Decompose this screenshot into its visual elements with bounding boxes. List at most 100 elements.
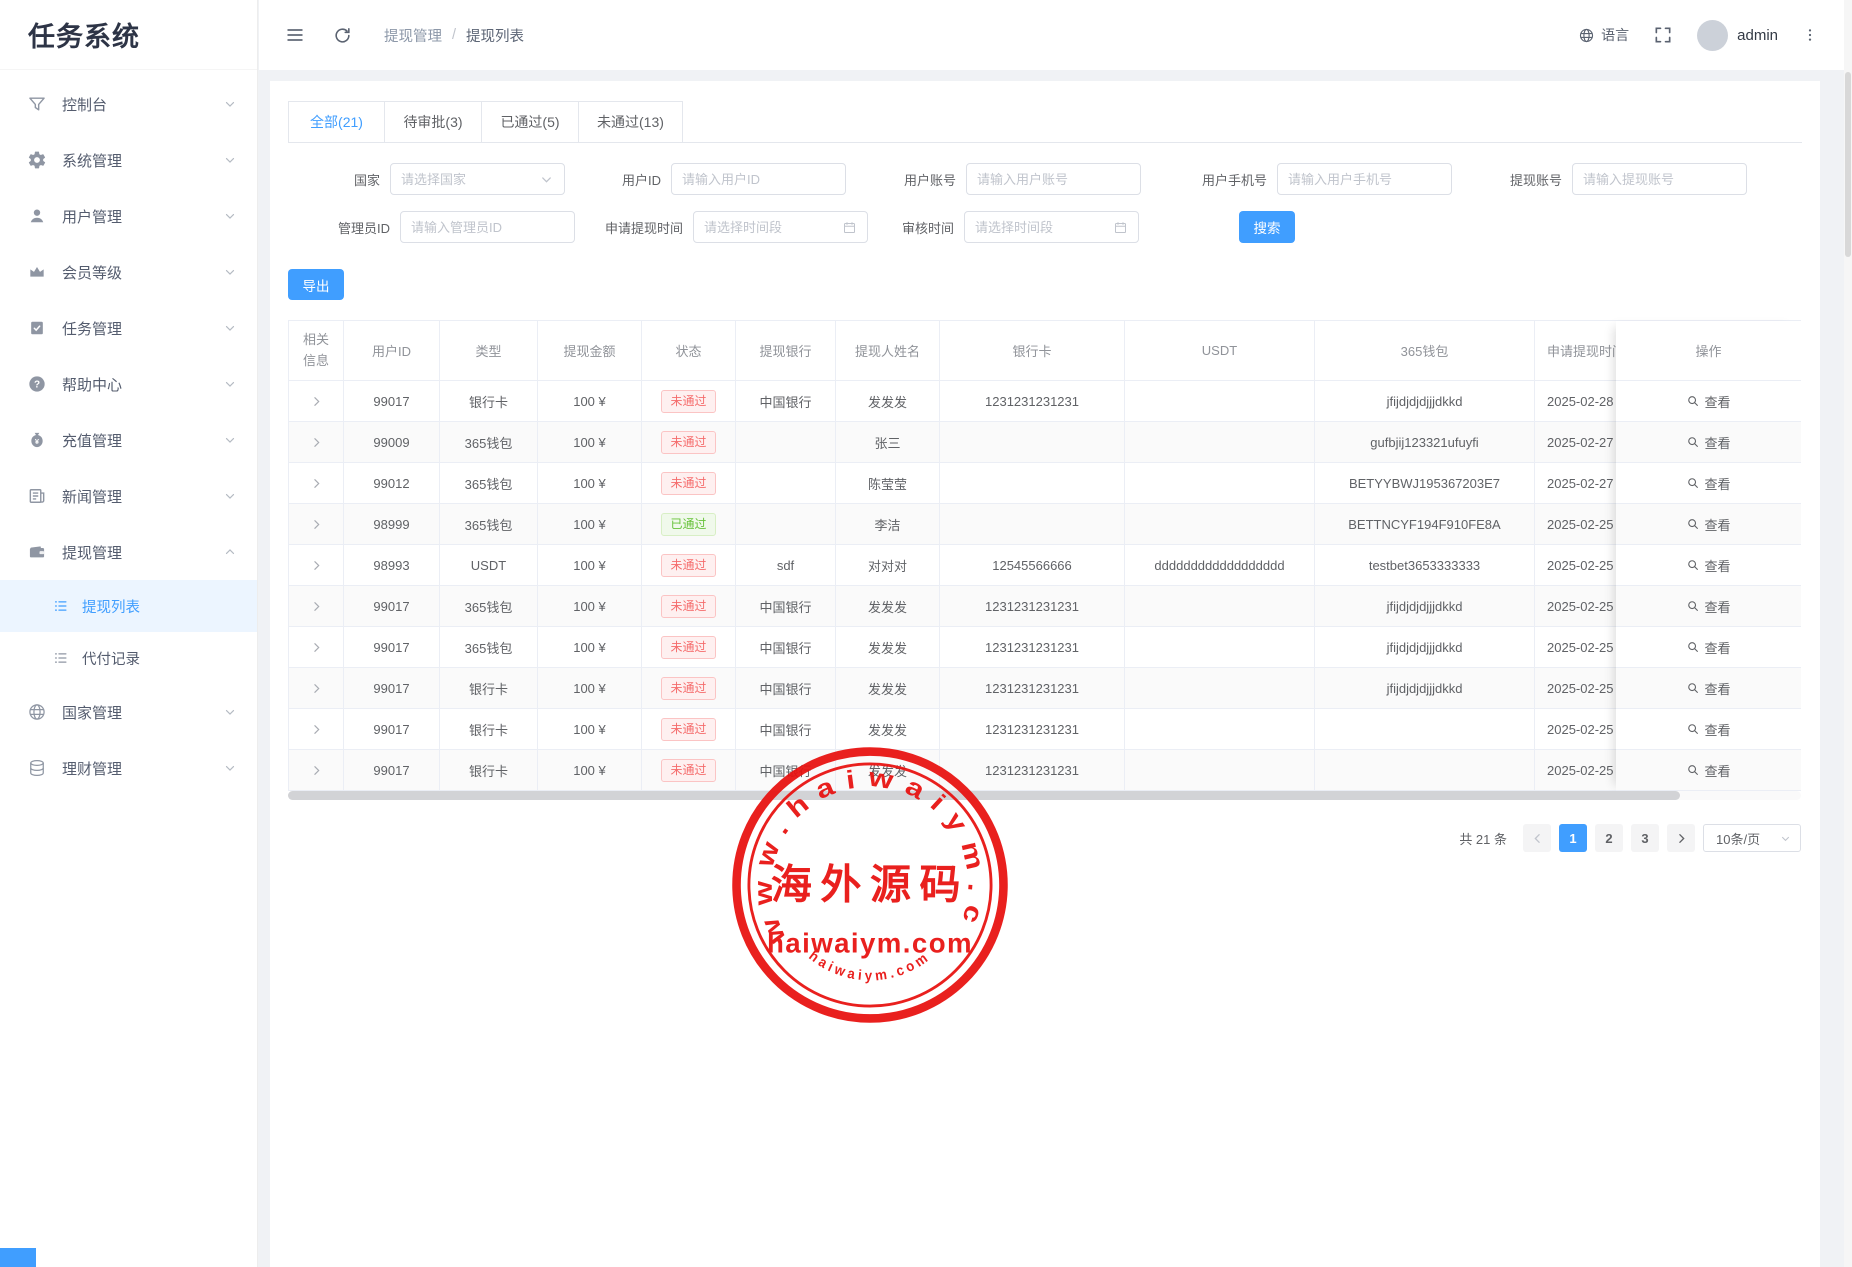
tab[interactable]: 待审批(3) bbox=[385, 101, 482, 142]
table-cell-wallet365: jfijdjdjdjjjdkkd bbox=[1315, 586, 1535, 627]
table-cell-expand bbox=[288, 381, 344, 422]
table-header-cell: 类型 bbox=[440, 321, 538, 381]
horizontal-scrollbar-thumb[interactable] bbox=[288, 791, 1680, 800]
filter-group: 管理员ID bbox=[304, 211, 575, 243]
filter-input-field[interactable] bbox=[682, 172, 835, 187]
sidebar-item[interactable]: 提现管理 bbox=[0, 524, 257, 580]
status-badge: 未通过 bbox=[661, 472, 715, 495]
pagination-page-button[interactable]: 2 bbox=[1595, 824, 1623, 852]
calendar-icon bbox=[842, 220, 857, 235]
fullscreen-icon[interactable] bbox=[1653, 25, 1673, 45]
expand-row-button[interactable] bbox=[310, 436, 323, 449]
filter-input[interactable] bbox=[1277, 163, 1452, 195]
expand-row-button[interactable] bbox=[310, 600, 323, 613]
view-button[interactable]: 查看 bbox=[1686, 679, 1730, 698]
filter-select[interactable] bbox=[390, 163, 565, 195]
filter-input[interactable] bbox=[966, 163, 1141, 195]
sidebar-item[interactable]: 新闻管理 bbox=[0, 468, 257, 524]
filter-input-field[interactable] bbox=[977, 172, 1130, 187]
view-button[interactable]: 查看 bbox=[1686, 761, 1730, 780]
withdraw-table: 相关信息用户ID类型提现金额状态提现银行提现人姓名银行卡USDT365钱包申请提… bbox=[288, 320, 1801, 791]
filter-input-field[interactable] bbox=[975, 220, 1107, 235]
sidebar-item[interactable]: 控制台 bbox=[0, 76, 257, 132]
table-cell-type: 365钱包 bbox=[440, 463, 538, 504]
pagination-page-button[interactable]: 1 bbox=[1559, 824, 1587, 852]
chevron-down-icon bbox=[223, 705, 237, 719]
view-button[interactable]: 查看 bbox=[1686, 597, 1730, 616]
filter-label: 审核时间 bbox=[892, 218, 954, 237]
table-cell-action: 查看 bbox=[1616, 750, 1801, 791]
filter-input-field[interactable] bbox=[1288, 172, 1441, 187]
kebab-menu-icon[interactable] bbox=[1802, 27, 1818, 43]
table-cell-wallet365: BETYYBWJ195367203E7 bbox=[1315, 463, 1535, 504]
table-cell-payee: 发发发 bbox=[836, 668, 940, 709]
sidebar-item[interactable]: 代付记录 bbox=[0, 632, 257, 684]
view-button[interactable]: 查看 bbox=[1686, 515, 1730, 534]
expand-row-button[interactable] bbox=[310, 682, 323, 695]
view-button[interactable]: 查看 bbox=[1686, 433, 1730, 452]
filter-input-field[interactable] bbox=[401, 172, 533, 187]
filter-input-field[interactable] bbox=[411, 220, 564, 235]
export-button[interactable]: 导出 bbox=[288, 269, 344, 300]
crown-icon bbox=[27, 262, 47, 282]
sidebar-item[interactable]: 任务管理 bbox=[0, 300, 257, 356]
view-button[interactable]: 查看 bbox=[1686, 556, 1730, 575]
refresh-icon[interactable] bbox=[333, 26, 352, 45]
page-size-select[interactable]: 10条/页 bbox=[1703, 824, 1801, 852]
filter-date-input[interactable] bbox=[964, 211, 1139, 243]
table-cell-expand bbox=[288, 463, 344, 504]
sidebar-item[interactable]: 系统管理 bbox=[0, 132, 257, 188]
vertical-scrollbar[interactable] bbox=[1844, 0, 1852, 1267]
sidebar-item[interactable]: ¥充值管理 bbox=[0, 412, 257, 468]
table-cell-bank: 中国银行 bbox=[736, 709, 836, 750]
tab[interactable]: 未通过(13) bbox=[579, 101, 683, 142]
expand-row-button[interactable] bbox=[310, 395, 323, 408]
expand-row-button[interactable] bbox=[310, 477, 323, 490]
filter-date-input[interactable] bbox=[693, 211, 868, 243]
sidebar-item[interactable]: 理财管理 bbox=[0, 740, 257, 796]
sidebar: 任务系统 控制台系统管理用户管理会员等级任务管理?帮助中心¥充值管理新闻管理提现… bbox=[0, 0, 258, 1267]
table-cell-status: 未通过 bbox=[642, 586, 736, 627]
filter-input[interactable] bbox=[1572, 163, 1747, 195]
filter-label: 提现账号 bbox=[1498, 170, 1562, 189]
search-button[interactable]: 搜索 bbox=[1239, 211, 1295, 243]
horizontal-scrollbar[interactable] bbox=[288, 791, 1801, 800]
vertical-scrollbar-thumb[interactable] bbox=[1845, 72, 1851, 257]
pagination-prev-button[interactable] bbox=[1523, 824, 1551, 852]
language-switcher[interactable]: 语言 bbox=[1578, 25, 1629, 45]
table-cell-wallet365: jfijdjdjdjjjdkkd bbox=[1315, 668, 1535, 709]
sidebar-item[interactable]: 用户管理 bbox=[0, 188, 257, 244]
filter-input-field[interactable] bbox=[704, 220, 836, 235]
expand-row-button[interactable] bbox=[310, 559, 323, 572]
table-header-cell: 用户ID bbox=[344, 321, 440, 381]
filter-label: 用户账号 bbox=[892, 170, 956, 189]
filter-input[interactable] bbox=[671, 163, 846, 195]
expand-row-button[interactable] bbox=[310, 723, 323, 736]
language-label: 语言 bbox=[1601, 25, 1629, 45]
filter-input-field[interactable] bbox=[1583, 172, 1736, 187]
tab[interactable]: 已通过(5) bbox=[482, 101, 579, 142]
table-cell-type: 365钱包 bbox=[440, 627, 538, 668]
sidebar-item[interactable]: 提现列表 bbox=[0, 580, 257, 632]
table-cell-payee: 发发发 bbox=[836, 381, 940, 422]
tab[interactable]: 全部(21) bbox=[288, 101, 385, 142]
user-menu[interactable]: admin bbox=[1697, 20, 1778, 51]
expand-row-button[interactable] bbox=[310, 764, 323, 777]
table-cell-bank: 中国银行 bbox=[736, 586, 836, 627]
sidebar-item[interactable]: ?帮助中心 bbox=[0, 356, 257, 412]
view-button[interactable]: 查看 bbox=[1686, 638, 1730, 657]
breadcrumb-section[interactable]: 提现管理 bbox=[384, 25, 442, 46]
sidebar-item[interactable]: 会员等级 bbox=[0, 244, 257, 300]
expand-row-button[interactable] bbox=[310, 641, 323, 654]
view-button[interactable]: 查看 bbox=[1686, 720, 1730, 739]
sidebar-item[interactable]: 国家管理 bbox=[0, 684, 257, 740]
view-button[interactable]: 查看 bbox=[1686, 474, 1730, 493]
table-cell-payee: 李洁 bbox=[836, 504, 940, 545]
pagination-page-button[interactable]: 3 bbox=[1631, 824, 1659, 852]
filter-input[interactable] bbox=[400, 211, 575, 243]
hamburger-menu-icon[interactable] bbox=[285, 25, 305, 45]
status-badge: 未通过 bbox=[661, 759, 715, 782]
view-button[interactable]: 查看 bbox=[1686, 392, 1730, 411]
pagination-next-button[interactable] bbox=[1667, 824, 1695, 852]
expand-row-button[interactable] bbox=[310, 518, 323, 531]
